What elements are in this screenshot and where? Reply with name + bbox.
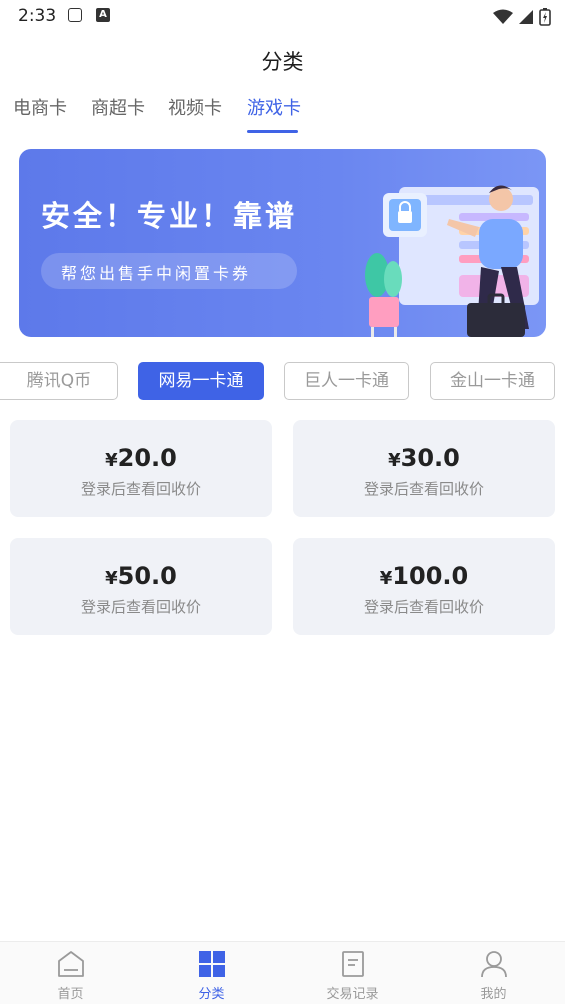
nav-label: 交易记录: [326, 987, 379, 1002]
battery-icon: [539, 7, 551, 26]
price-card[interactable]: ¥50.0 登录后查看回收价: [10, 538, 272, 635]
card-note: 登录后查看回收价: [363, 480, 484, 498]
card-amount: 20.0: [117, 444, 177, 472]
nav-category[interactable]: 分类: [141, 942, 282, 1004]
currency-symbol: ¥: [388, 450, 401, 471]
app-notification-icon: A: [96, 8, 110, 22]
card-amount: 50.0: [117, 562, 177, 590]
status-right-icons: [492, 6, 551, 26]
record-icon: [341, 951, 364, 977]
banner-headline: 安全！专业！靠谱: [41, 199, 298, 233]
active-tab-indicator: [247, 130, 298, 133]
platform-tab-kingsoft[interactable]: 金山一卡通: [430, 362, 555, 400]
currency-symbol: ¥: [105, 450, 118, 471]
nav-label: 首页: [57, 987, 84, 1002]
promo-banner[interactable]: 安全！专业！靠谱 帮您出售手中闲置卡券: [19, 149, 546, 337]
platform-tabs: 腾讯Q币 网易一卡通 巨人一卡通 金山一卡通: [0, 362, 565, 400]
currency-symbol: ¥: [105, 568, 118, 589]
status-time: 2:33: [18, 6, 57, 26]
platform-tab-tencent-qcoin[interactable]: 腾讯Q币: [0, 362, 118, 400]
wifi-icon: [492, 9, 513, 24]
price-card[interactable]: ¥30.0 登录后查看回收价: [293, 420, 555, 517]
bottom-nav: 首页 分类 交易记录 我的: [0, 941, 565, 1004]
home-icon: [57, 951, 84, 977]
price-card[interactable]: ¥20.0 登录后查看回收价: [10, 420, 272, 517]
card-amount: 100.0: [392, 562, 469, 590]
nav-home[interactable]: 首页: [0, 942, 141, 1004]
tab-ecommerce-card[interactable]: 电商卡: [13, 94, 67, 120]
page-title: 分类: [261, 50, 304, 74]
tab-game-card[interactable]: 游戏卡: [247, 94, 301, 120]
tab-supermarket-card[interactable]: 商超卡: [91, 94, 145, 120]
currency-symbol: ¥: [379, 568, 393, 589]
banner-subtitle: 帮您出售手中闲置卡券: [61, 264, 252, 283]
card-amount: 30.0: [400, 444, 460, 472]
card-note: 登录后查看回收价: [363, 598, 484, 616]
sd-card-icon: [68, 8, 82, 22]
status-bar: 2:33 A: [0, 0, 565, 32]
nav-label: 分类: [198, 987, 225, 1002]
platform-tab-giant[interactable]: 巨人一卡通: [284, 362, 409, 400]
card-price: ¥100.0: [293, 562, 555, 590]
user-icon: [480, 951, 507, 978]
nav-transactions[interactable]: 交易记录: [282, 942, 423, 1004]
nav-profile[interactable]: 我的: [423, 942, 564, 1004]
tab-video-card[interactable]: 视频卡: [168, 94, 222, 120]
banner-illustration: [365, 185, 539, 337]
nav-label: 我的: [480, 987, 507, 1002]
price-card[interactable]: ¥100.0 登录后查看回收价: [293, 538, 555, 635]
card-price: ¥30.0: [293, 444, 555, 472]
card-price: ¥20.0: [10, 444, 272, 472]
card-note: 登录后查看回收价: [80, 598, 201, 616]
signal-icon: [518, 9, 533, 24]
card-price: ¥50.0: [10, 562, 272, 590]
grid-icon: [198, 951, 225, 977]
platform-tab-netease[interactable]: 网易一卡通: [138, 362, 264, 400]
card-note: 登录后查看回收价: [80, 480, 201, 498]
